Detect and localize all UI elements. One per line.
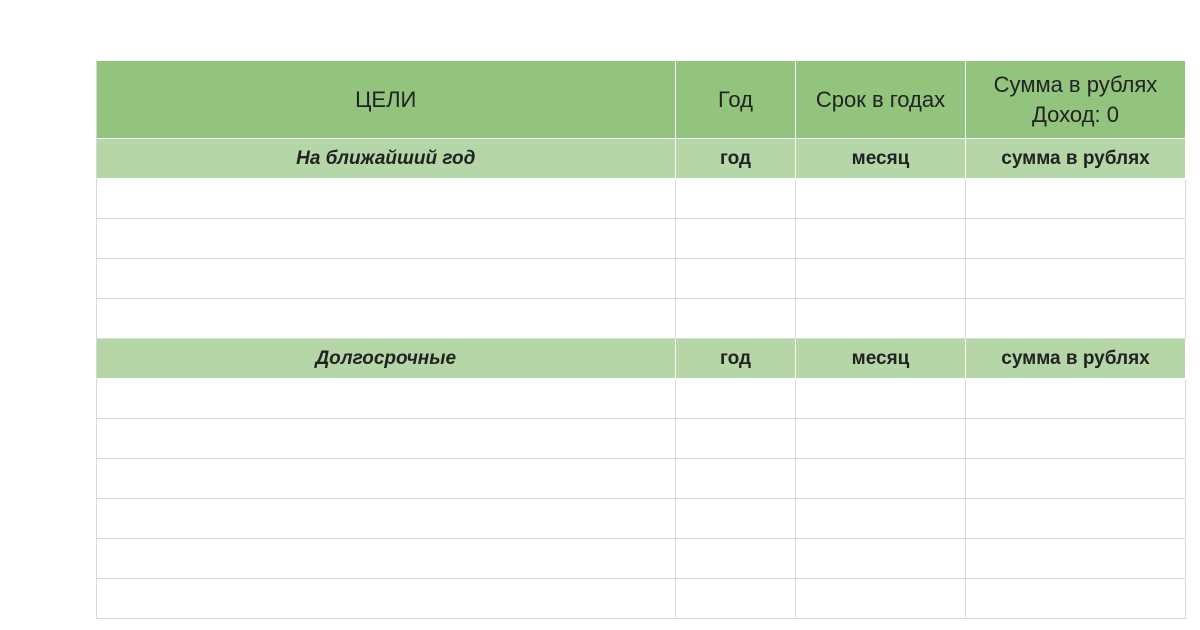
table-header-row: ЦЕЛИ Год Срок в годах Сумма в рублях Дох…: [14, 61, 1186, 139]
table-row: [14, 219, 1186, 259]
cell-year[interactable]: [676, 539, 796, 579]
cell-year[interactable]: [676, 419, 796, 459]
section-long-term-col-term: месяц: [796, 339, 966, 379]
cell-goal[interactable]: [96, 579, 676, 619]
table-row: [14, 419, 1186, 459]
cell-sum[interactable]: [966, 419, 1186, 459]
header-sum-line1: Сумма в рублях: [994, 72, 1158, 97]
cell-year[interactable]: [676, 179, 796, 219]
subheader-empty-cell: [14, 139, 96, 179]
section-near-year-title: На ближайший год: [96, 139, 676, 179]
table-row: [14, 179, 1186, 219]
header-goals: ЦЕЛИ: [96, 61, 676, 139]
cell-goal[interactable]: [96, 459, 676, 499]
header-empty-cell: [14, 61, 96, 139]
cell-term[interactable]: [796, 499, 966, 539]
header-year: Год: [676, 61, 796, 139]
cell-term[interactable]: [796, 419, 966, 459]
cell-goal[interactable]: [96, 379, 676, 419]
table-row: [14, 379, 1186, 419]
table-row: [14, 299, 1186, 339]
cell-sum[interactable]: [966, 579, 1186, 619]
header-sum: Сумма в рублях Доход: 0: [966, 61, 1186, 139]
cell-year[interactable]: [676, 299, 796, 339]
header-sum-line2: Доход: 0: [1032, 102, 1119, 127]
cell-term[interactable]: [796, 179, 966, 219]
cell-goal[interactable]: [96, 419, 676, 459]
cell-goal[interactable]: [96, 539, 676, 579]
subheader-empty-cell: [14, 339, 96, 379]
cell-goal[interactable]: [96, 259, 676, 299]
cell-term[interactable]: [796, 459, 966, 499]
cell-sum[interactable]: [966, 459, 1186, 499]
table-row: [14, 259, 1186, 299]
goals-table: ЦЕЛИ Год Срок в годах Сумма в рублях Дох…: [14, 60, 1186, 619]
cell-sum[interactable]: [966, 179, 1186, 219]
cell-goal[interactable]: [96, 299, 676, 339]
cell-sum[interactable]: [966, 379, 1186, 419]
cell-term[interactable]: [796, 539, 966, 579]
cell-year[interactable]: [676, 379, 796, 419]
cell-goal[interactable]: [96, 179, 676, 219]
cell-term[interactable]: [796, 219, 966, 259]
cell-year[interactable]: [676, 219, 796, 259]
cell-sum[interactable]: [966, 299, 1186, 339]
section-near-year-header: На ближайший год год месяц сумма в рубля…: [14, 139, 1186, 179]
header-term: Срок в годах: [796, 61, 966, 139]
cell-term[interactable]: [796, 259, 966, 299]
cell-goal[interactable]: [96, 499, 676, 539]
section-long-term-header: Долгосрочные год месяц сумма в рублях: [14, 339, 1186, 379]
section-long-term-title: Долгосрочные: [96, 339, 676, 379]
table-row: [14, 499, 1186, 539]
cell-term[interactable]: [796, 579, 966, 619]
cell-term[interactable]: [796, 379, 966, 419]
section-long-term-col-year: год: [676, 339, 796, 379]
cell-sum[interactable]: [966, 499, 1186, 539]
table-row: [14, 459, 1186, 499]
cell-term[interactable]: [796, 299, 966, 339]
cell-sum[interactable]: [966, 219, 1186, 259]
table-row: [14, 539, 1186, 579]
section-long-term-col-sum: сумма в рублях: [966, 339, 1186, 379]
section-near-year-col-term: месяц: [796, 139, 966, 179]
section-near-year-col-year: год: [676, 139, 796, 179]
cell-year[interactable]: [676, 259, 796, 299]
cell-goal[interactable]: [96, 219, 676, 259]
cell-sum[interactable]: [966, 539, 1186, 579]
section-near-year-col-sum: сумма в рублях: [966, 139, 1186, 179]
cell-sum[interactable]: [966, 259, 1186, 299]
table-row: [14, 579, 1186, 619]
cell-year[interactable]: [676, 499, 796, 539]
cell-year[interactable]: [676, 579, 796, 619]
cell-year[interactable]: [676, 459, 796, 499]
